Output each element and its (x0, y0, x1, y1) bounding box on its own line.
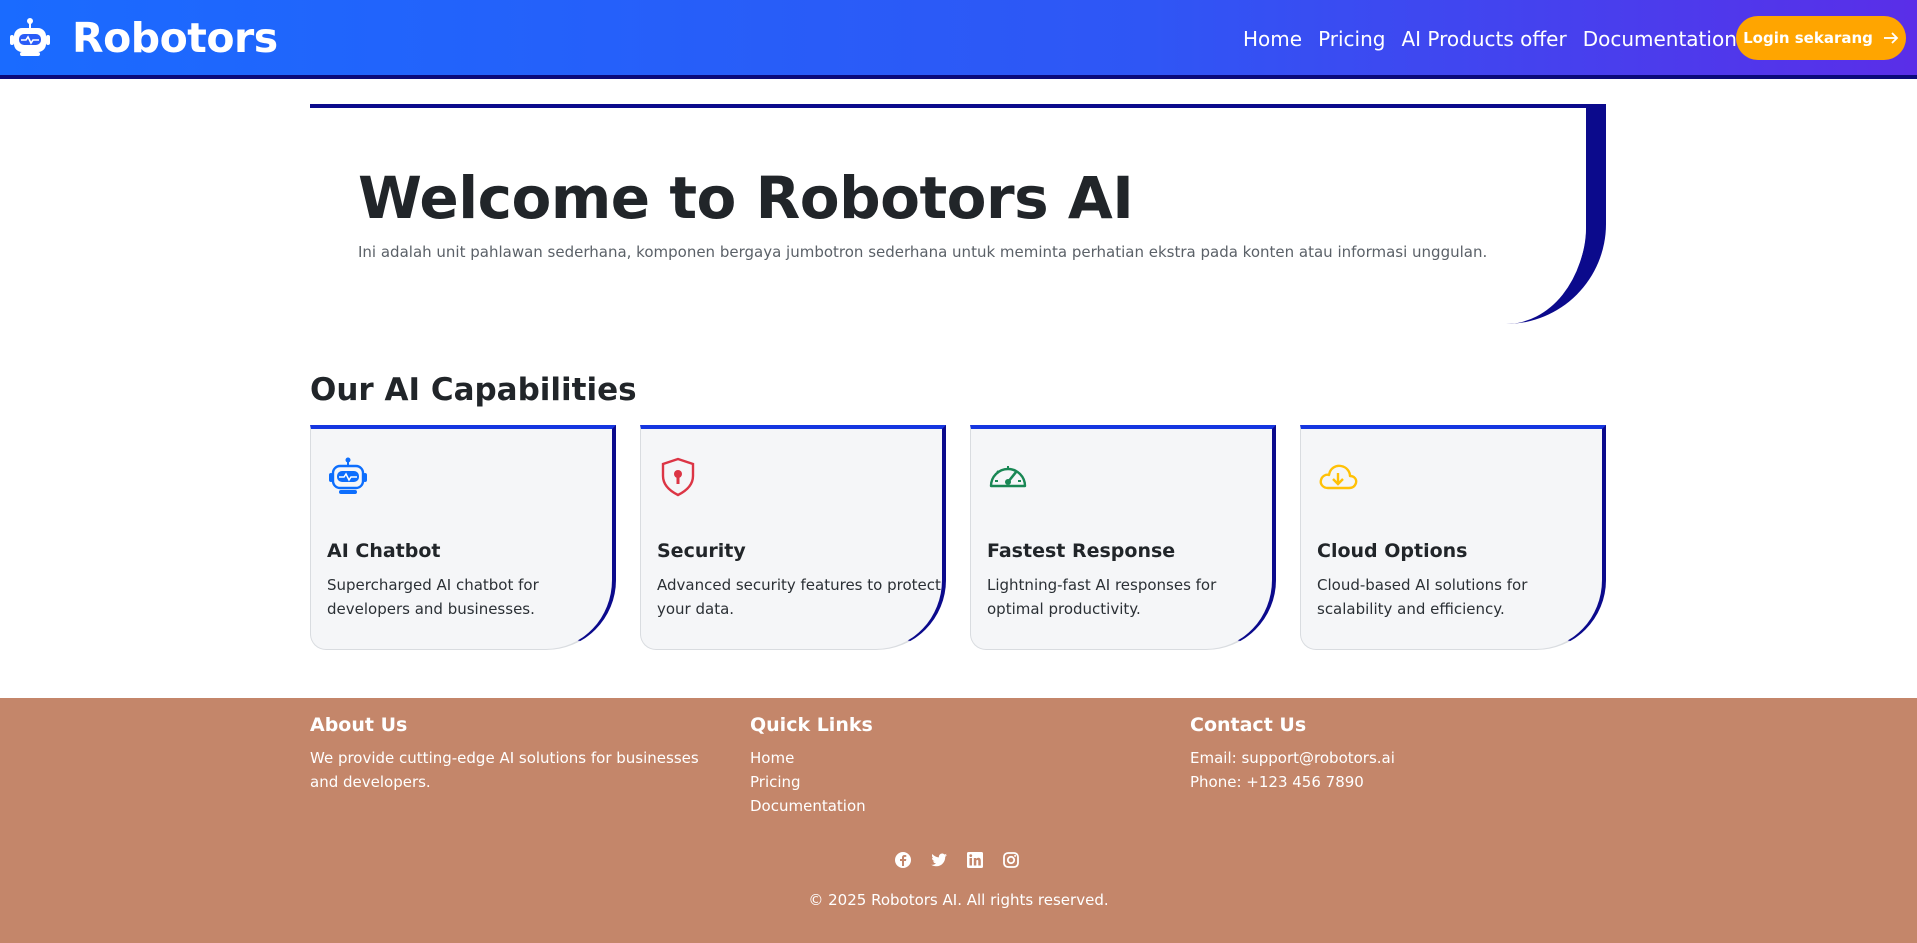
footer-contact: Contact Us Email: support@robotors.ai Ph… (1190, 714, 1395, 794)
hero-section: Welcome to Robotors AI Ini adalah unit p… (310, 104, 1606, 324)
copyright: © 2025 Robotors AI. All rights reserved. (808, 891, 1109, 909)
capability-card-security[interactable]: Security Advanced security features to p… (640, 425, 946, 650)
footer-contact-title: Contact Us (1190, 714, 1307, 736)
footer-link-pricing[interactable]: Pricing (750, 770, 873, 794)
navbar: Robotors Home Pricing AI Products offer … (0, 0, 1917, 79)
footer-link-home[interactable]: Home (750, 746, 873, 770)
robot-icon (10, 18, 50, 56)
speedometer-icon (989, 466, 1027, 488)
footer-about-text: We provide cutting-edge AI solutions for… (310, 749, 699, 791)
footer-about: About Us We provide cutting-edge AI solu… (310, 714, 730, 794)
nav-home[interactable]: Home (1243, 27, 1302, 51)
card-title: AI Chatbot (327, 540, 441, 562)
footer: About Us We provide cutting-edge AI solu… (0, 698, 1917, 943)
login-button-label: Login sekarang (1743, 29, 1873, 47)
shield-lock-icon (661, 457, 695, 497)
footer-link-documentation[interactable]: Documentation (750, 794, 873, 818)
nav-documentation-label: Documentation (1582, 27, 1737, 51)
card-description: Advanced security features to protect yo… (657, 576, 941, 618)
capabilities-title: Our AI Capabilities (310, 372, 637, 408)
capability-card-cloud-options[interactable]: Cloud Options Cloud-based AI solutions f… (1300, 425, 1606, 650)
nav-documentation-dropdown[interactable]: Documentation (1583, 27, 1757, 51)
hero-title: Welcome to Robotors AI (358, 164, 1134, 232)
cloud-download-icon (1319, 464, 1358, 490)
nav-pricing[interactable]: Pricing (1318, 27, 1385, 51)
hero-subtitle: Ini adalah unit pahlawan sederhana, komp… (358, 243, 1488, 261)
nav-links: Home Pricing AI Products offer Documenta… (1243, 24, 1773, 54)
twitter-icon[interactable] (930, 851, 948, 869)
arrow-right-icon (1883, 32, 1899, 44)
card-description: Supercharged AI chatbot for developers a… (327, 576, 539, 618)
robot-icon (329, 457, 367, 494)
card-title: Security (657, 540, 746, 562)
footer-contact-phone: Phone: +123 456 7890 (1190, 773, 1364, 791)
card-title: Fastest Response (987, 540, 1176, 562)
login-button[interactable]: Login sekarang (1736, 16, 1906, 60)
capability-card-ai-chatbot[interactable]: AI Chatbot Supercharged AI chatbot for d… (310, 425, 616, 650)
card-title: Cloud Options (1317, 540, 1468, 562)
footer-links-title: Quick Links (750, 714, 873, 736)
brand[interactable]: Robotors (8, 14, 278, 62)
capability-card-fastest-response[interactable]: Fastest Response Lightning-fast AI respo… (970, 425, 1276, 650)
brand-name: Robotors (72, 14, 278, 62)
social-links (894, 851, 1020, 869)
instagram-icon[interactable] (1002, 851, 1020, 869)
footer-about-title: About Us (310, 714, 408, 736)
card-description: Cloud-based AI solutions for scalability… (1317, 576, 1528, 618)
footer-quick-links: Quick Links Home Pricing Documentation (750, 714, 873, 818)
nav-ai-products[interactable]: AI Products offer (1401, 27, 1566, 51)
facebook-icon[interactable] (894, 851, 912, 869)
linkedin-icon[interactable] (966, 851, 984, 869)
card-description: Lightning-fast AI responses for optimal … (987, 576, 1217, 618)
footer-contact-email: Email: support@robotors.ai (1190, 749, 1395, 767)
hero-content: Welcome to Robotors AI Ini adalah unit p… (310, 108, 1586, 324)
